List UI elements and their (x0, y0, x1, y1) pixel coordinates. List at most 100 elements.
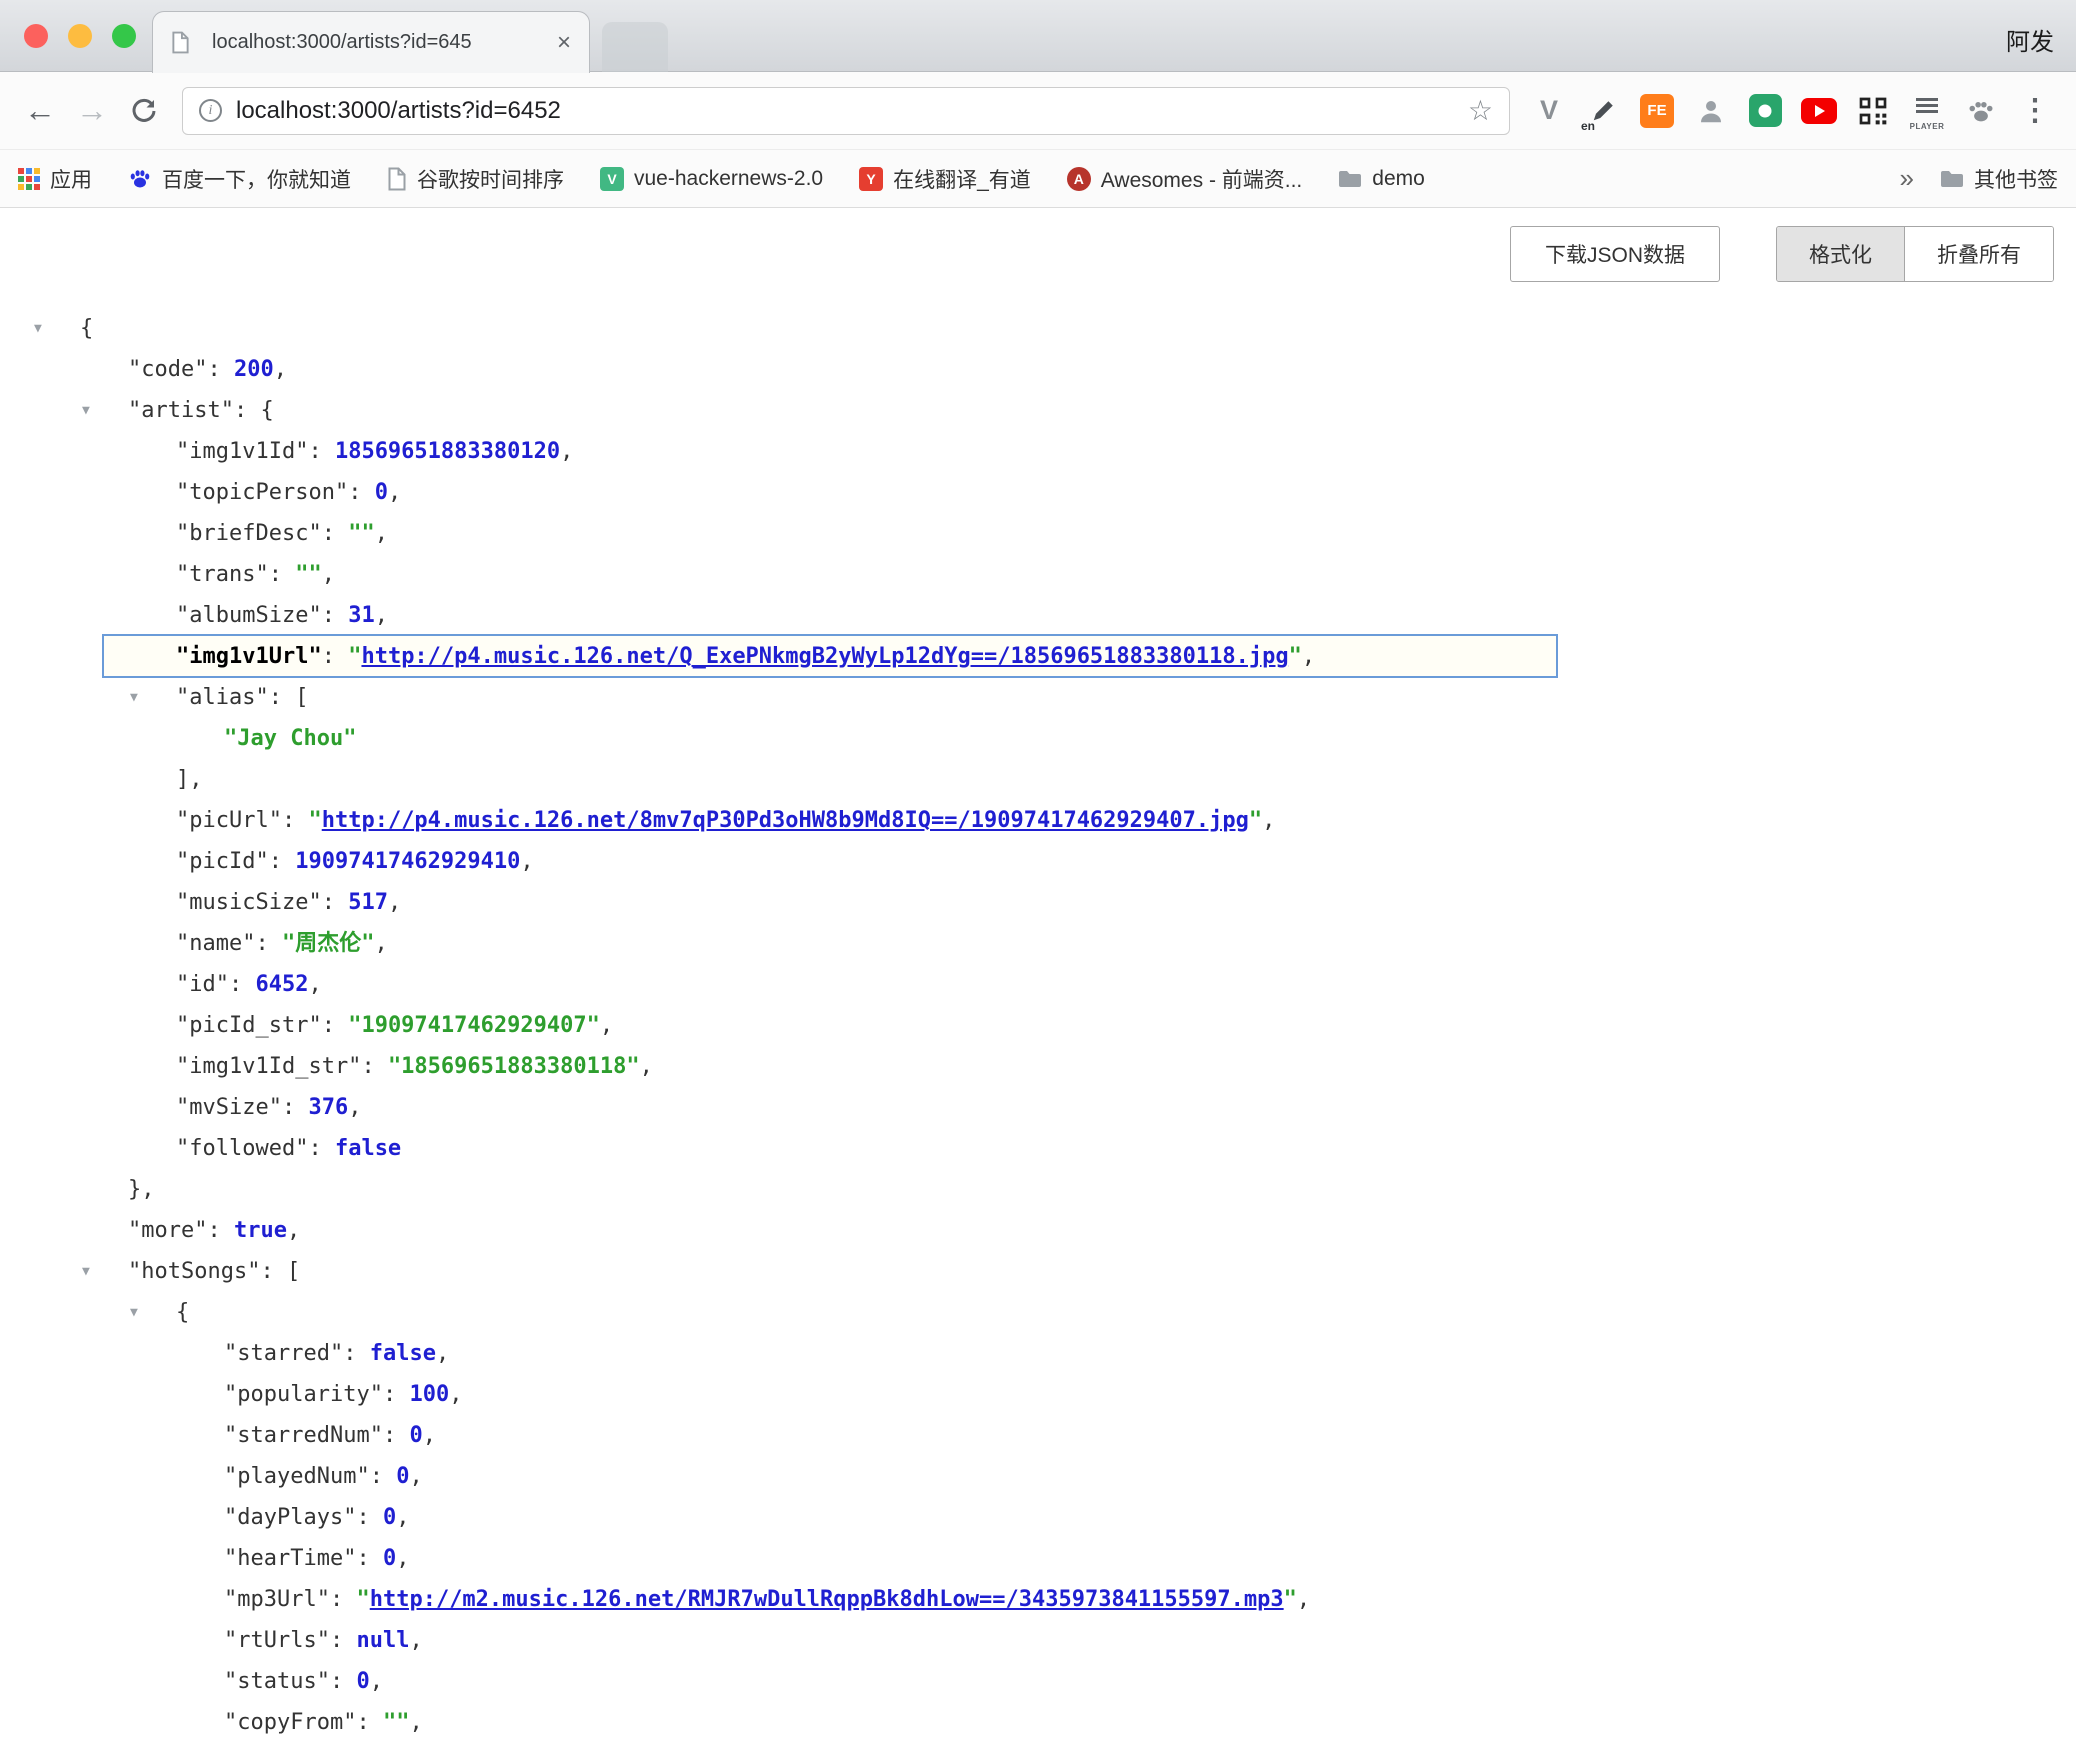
person-extension-icon[interactable] (1688, 88, 1734, 134)
profile-name[interactable]: 阿发 (2006, 22, 2054, 57)
json-line: "albumSize": 31, (0, 595, 2076, 636)
json-line: "img1v1Id_str": "18569651883380118", (0, 1046, 2076, 1087)
bookmark-star-icon[interactable]: ☆ (1468, 94, 1493, 127)
green-shield-extension-icon[interactable] (1742, 88, 1788, 134)
json-line: "more": true, (0, 1210, 2076, 1251)
json-line: "copyFrom": "", (0, 1702, 2076, 1743)
json-line: "picId": 19097417462929410, (0, 841, 2076, 882)
translate-extension-icon[interactable]: en (1580, 88, 1626, 134)
close-window-button[interactable] (24, 24, 48, 48)
qrcode-icon (1857, 95, 1889, 127)
bookmark-label: 在线翻译_有道 (893, 164, 1031, 194)
download-json-button[interactable]: 下载JSON数据 (1510, 226, 1720, 282)
bookmark-item-awesomes[interactable]: AAwesomes - 前端资... (1067, 164, 1303, 194)
collapse-arrow-icon[interactable]: ▼ (82, 1251, 90, 1292)
baidu-paw-icon (128, 167, 152, 191)
bookmark-label: vue-hackernews-2.0 (634, 167, 823, 191)
zoom-window-button[interactable] (112, 24, 136, 48)
json-line: "rtUrls": null, (0, 1620, 2076, 1661)
bookmark-label: 百度一下，你就知道 (162, 164, 351, 194)
json-line: }, (0, 1169, 2076, 1210)
json-line: "trans": "", (0, 554, 2076, 595)
json-line: "picUrl": "http://p4.music.126.net/8mv7q… (0, 800, 2076, 841)
folder-icon (1338, 169, 1362, 189)
collapse-arrow-icon[interactable]: ▼ (130, 677, 138, 718)
json-line: ], (0, 759, 2076, 800)
playlist-bars-icon (1916, 98, 1938, 113)
bookmark-item-youdao[interactable]: Y 在线翻译_有道 (859, 164, 1031, 194)
tab-close-icon[interactable]: × (557, 31, 571, 55)
view-mode-segmented-control: 格式化 折叠所有 (1776, 226, 2054, 282)
json-url-link[interactable]: http://p4.music.126.net/8mv7qP30Pd3oHW8b… (322, 808, 1249, 833)
json-line: "mvSize": 376, (0, 1087, 2076, 1128)
json-line: ▼"alias": [ (0, 677, 2076, 718)
bookmarks-right: » 其他书签 (1900, 163, 2058, 194)
qrcode-extension-icon[interactable] (1850, 88, 1896, 134)
json-line: "starred": false, (0, 1333, 2076, 1374)
url-text[interactable]: localhost:3000/artists?id=6452 (236, 97, 1468, 125)
json-line: "picId_str": "19097417462929407", (0, 1005, 2076, 1046)
window-titlebar: localhost:3000/artists?id=645 × 阿发 (0, 0, 2076, 72)
youtube-extension-icon[interactable] (1796, 88, 1842, 134)
person-icon (1696, 96, 1726, 126)
bookmark-item-demo[interactable]: demo (1338, 167, 1425, 191)
bookmark-item-baidu[interactable]: 百度一下，你就知道 (128, 164, 351, 194)
json-line: "img1v1Url": "http://p4.music.126.net/Q_… (0, 636, 2076, 677)
reload-button[interactable] (118, 85, 170, 137)
json-line: "musicSize": 517, (0, 882, 2076, 923)
fe-extension-icon[interactable]: FE (1634, 88, 1680, 134)
back-button[interactable]: ← (14, 85, 66, 137)
browser-toolbar: ← → i localhost:3000/artists?id=6452 ☆ V… (0, 72, 2076, 150)
youdao-icon: Y (859, 167, 883, 191)
apps-grid-icon (18, 168, 40, 190)
browser-window: localhost:3000/artists?id=645 × 阿发 ← → i… (0, 0, 2076, 1754)
json-line: "hearTime": 0, (0, 1538, 2076, 1579)
paw-extension-icon[interactable] (1958, 88, 2004, 134)
vue-icon: V (600, 167, 624, 191)
new-tab-button[interactable] (602, 22, 668, 72)
shield-icon (1749, 94, 1782, 127)
other-bookmarks-folder[interactable]: 其他书签 (1940, 164, 2058, 194)
json-line: "dayPlays": 0, (0, 1497, 2076, 1538)
awesomes-icon: A (1067, 167, 1091, 191)
bookmark-label: demo (1372, 167, 1425, 191)
json-line: "id": 6452, (0, 964, 2076, 1005)
bookmark-item-apps[interactable]: 应用 (18, 164, 92, 194)
json-line: "name": "周杰伦", (0, 923, 2076, 964)
browser-tab[interactable]: localhost:3000/artists?id=645 × (152, 11, 590, 73)
page-favicon-icon (171, 31, 190, 54)
json-line: "img1v1Id": 18569651883380120, (0, 431, 2076, 472)
page-icon (387, 167, 407, 191)
json-line: "followed": false (0, 1128, 2076, 1169)
json-line: ▼"artist": { (0, 390, 2076, 431)
json-url-link[interactable]: http://p4.music.126.net/Q_ExePNkmgB2yWyL… (361, 644, 1288, 669)
page-content: 下载JSON数据 格式化 折叠所有 ▼{"code": 200,▼"artist… (0, 208, 2076, 1743)
bookmark-item-vue-hackernews[interactable]: Vvue-hackernews-2.0 (600, 167, 823, 191)
youtube-icon (1801, 98, 1837, 124)
collapse-arrow-icon[interactable]: ▼ (34, 308, 42, 349)
browser-menu-button[interactable]: ⋮ (2012, 88, 2058, 134)
collapse-arrow-icon[interactable]: ▼ (82, 390, 90, 431)
bookmarks-bar: 应用 百度一下，你就知道 谷歌按时间排序 Vvue-hackernews-2.0 Y 在线… (0, 150, 2076, 208)
json-viewer: ▼{"code": 200,▼"artist": {"img1v1Id": 18… (0, 308, 2076, 1743)
kebab-menu-icon: ⋮ (2020, 93, 2050, 128)
page-info-icon[interactable]: i (199, 99, 222, 122)
bookmark-label: 谷歌按时间排序 (417, 164, 564, 194)
json-line: "playedNum": 0, (0, 1456, 2076, 1497)
minimize-window-button[interactable] (68, 24, 92, 48)
json-line: "Jay Chou" (0, 718, 2076, 759)
bookmark-item-google-sort[interactable]: 谷歌按时间排序 (387, 164, 564, 194)
tab-title: localhost:3000/artists?id=645 (212, 31, 545, 54)
format-button[interactable]: 格式化 (1777, 227, 1904, 281)
bookmarks-overflow-chevron[interactable]: » (1900, 163, 1914, 194)
json-url-link[interactable]: http://m2.music.126.net/RMJR7wDullRqppBk… (370, 1587, 1284, 1612)
json-line: ▼{ (0, 1292, 2076, 1333)
forward-button: → (66, 85, 118, 137)
json-line: "briefDesc": "", (0, 513, 2076, 554)
collapse-arrow-icon[interactable]: ▼ (130, 1292, 138, 1333)
collapse-all-button[interactable]: 折叠所有 (1904, 227, 2053, 281)
player-extension-icon[interactable]: PLAYER (1904, 88, 1950, 134)
json-line: "mp3Url": "http://m2.music.126.net/RMJR7… (0, 1579, 2076, 1620)
address-bar[interactable]: i localhost:3000/artists?id=6452 ☆ (182, 87, 1510, 135)
vimium-extension-icon[interactable]: V (1526, 88, 1572, 134)
